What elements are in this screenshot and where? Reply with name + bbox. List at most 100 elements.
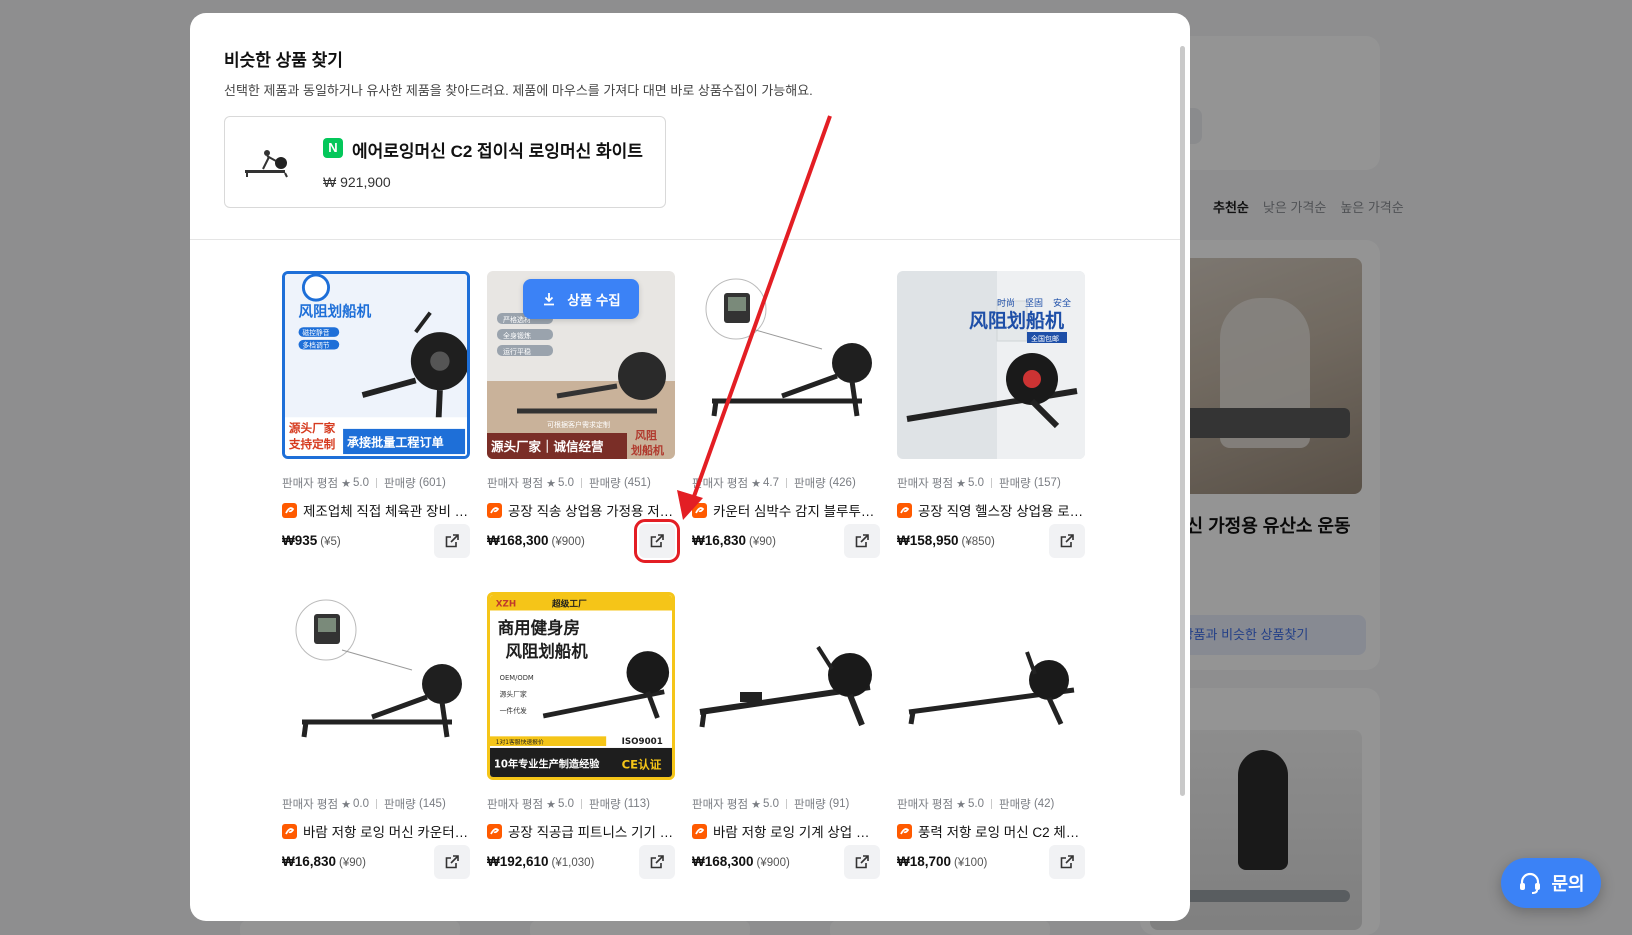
open-link-button[interactable] bbox=[844, 524, 880, 558]
collect-product-label: 상품 수집 bbox=[567, 293, 621, 308]
1688-shop-icon bbox=[282, 502, 297, 518]
download-icon bbox=[544, 293, 555, 306]
price-krw: ₩158,950 bbox=[897, 533, 959, 548]
image-text: 风阻划船机 bbox=[969, 309, 1064, 332]
product-title-row[interactable]: 제조업체 직접 체육관 장비 상업용 풍력 저항 로잉머신 bbox=[282, 500, 470, 520]
sales-label: 판매량 bbox=[793, 799, 826, 811]
reference-product-price: ₩ 921,900 bbox=[323, 174, 391, 190]
product-card[interactable]: XZH 超级工厂 商用健身房 风阻划船机 OEM/ODM 源头厂家 一件代发 1… bbox=[487, 592, 675, 879]
modal-title: 비슷한 상품 찾기 bbox=[224, 51, 343, 70]
image-text: 全国包邮 bbox=[1031, 334, 1059, 343]
section-divider bbox=[190, 239, 1180, 240]
sales-label: 판매량 bbox=[998, 799, 1031, 811]
product-card[interactable]: 판매자 평점 ★ 0.0 판매량 (145) 바람 저항 로잉 머신 카운터 포… bbox=[282, 592, 470, 879]
product-title[interactable]: 바람 저항 로잉 기계 상업 홈 트레이닝 bbox=[713, 821, 880, 841]
1688-shop-icon bbox=[897, 823, 912, 839]
product-title-row[interactable]: 바람 저항 로잉 머신 카운터 포함 bbox=[282, 821, 470, 841]
product-card[interactable]: 严格选材 全身锻炼 运行平稳 可根据客户需求定制 源头厂家｜诚信经营 风阻 划船… bbox=[487, 271, 680, 563]
price-krw: ₩168,300 bbox=[487, 533, 549, 548]
star-icon: ★ bbox=[341, 798, 351, 811]
rating-label: 판매자 평점 bbox=[692, 478, 749, 490]
collect-product-button[interactable]: 상품 수집 bbox=[523, 279, 639, 319]
product-card[interactable]: 风阻划船机 磁控静音 多档调节 源头厂家 支持定制 承接批量工程订单 판매자 평… bbox=[282, 271, 470, 558]
star-icon: ★ bbox=[546, 477, 556, 490]
product-image[interactable] bbox=[282, 592, 470, 780]
1688-shop-icon bbox=[487, 502, 502, 518]
price-cny: (¥90) bbox=[339, 857, 366, 869]
product-title[interactable]: 공장 직공급 피트니스 기기 로잉머신 bbox=[508, 821, 675, 841]
product-title-row[interactable]: 풍력 저항 로잉 머신 C2 체육관용 bbox=[897, 821, 1085, 841]
price-cny: (¥100) bbox=[954, 857, 988, 869]
open-link-button[interactable] bbox=[634, 519, 680, 563]
image-text: 商用健身房 bbox=[498, 619, 580, 638]
sales-count: (157) bbox=[1033, 477, 1061, 489]
product-card[interactable]: 时尚 坚固 安全 风阻划船机 全国包邮 판매자 평점 ★ 5.0 판매량 (15… bbox=[897, 271, 1085, 558]
image-text: CE认证 bbox=[622, 757, 662, 771]
open-link-button[interactable] bbox=[1049, 845, 1085, 879]
price-krw: ₩935 bbox=[282, 533, 318, 548]
sales-label: 판매량 bbox=[998, 478, 1031, 490]
price-krw: ₩168,300 bbox=[692, 854, 754, 869]
reference-product-title: 에어로잉머신 C2 접이식 로잉머신 화이트 bbox=[352, 142, 643, 161]
product-price: ₩935 (¥5) bbox=[282, 533, 341, 548]
product-title[interactable]: 제조업체 직접 체육관 장비 상업용 풍력 저항 로잉머신 bbox=[303, 500, 470, 520]
rating-value: 4.7 bbox=[762, 477, 779, 489]
external-link-icon bbox=[445, 534, 459, 548]
star-icon: ★ bbox=[956, 477, 966, 490]
price-krw: ₩18,700 bbox=[897, 854, 952, 869]
product-title-row[interactable]: 공장 직공급 피트니스 기기 로잉머신 bbox=[487, 821, 675, 841]
product-image[interactable]: 风阻划船机 磁控静音 多档调节 源头厂家 支持定制 承接批量工程订单 bbox=[282, 271, 470, 459]
modal-scrollbar[interactable] bbox=[1180, 46, 1185, 796]
product-title[interactable]: 공장 직영 헬스장 상업용 로잉머신 bbox=[918, 500, 1085, 520]
product-meta: 판매자 평점 ★ 4.7 판매량 (426) bbox=[692, 475, 856, 491]
open-link-button[interactable] bbox=[844, 845, 880, 879]
rating-value: 5.0 bbox=[762, 798, 779, 810]
rating-value: 5.0 bbox=[967, 477, 984, 489]
rating-label: 판매자 평점 bbox=[487, 799, 544, 811]
price-cny: (¥90) bbox=[749, 536, 776, 548]
inquiry-button[interactable]: 문의 bbox=[1501, 858, 1601, 908]
rating-value: 5.0 bbox=[557, 477, 574, 489]
star-icon: ★ bbox=[751, 477, 761, 490]
open-link-button[interactable] bbox=[639, 845, 675, 879]
product-image[interactable] bbox=[897, 592, 1085, 780]
product-image[interactable] bbox=[692, 271, 880, 459]
image-text: 承接批量工程订单 bbox=[347, 434, 444, 449]
open-link-button[interactable] bbox=[434, 845, 470, 879]
meta-divider bbox=[990, 478, 992, 488]
open-link-button[interactable] bbox=[434, 524, 470, 558]
external-link-icon bbox=[650, 855, 664, 869]
product-card[interactable]: 판매자 평점 ★ 5.0 판매량 (42) 풍력 저항 로잉 머신 C2 체육관… bbox=[897, 592, 1085, 879]
product-title[interactable]: 바람 저항 로잉 머신 카운터 포함 bbox=[303, 821, 470, 841]
image-text: 源头厂家 bbox=[288, 421, 336, 435]
product-title-row[interactable]: 공장 직송 상업용 가정용 저항 로잉머신 bbox=[487, 500, 675, 520]
rating-label: 판매자 평점 bbox=[487, 478, 544, 490]
rating-value: 5.0 bbox=[352, 477, 369, 489]
product-title-row[interactable]: 바람 저항 로잉 기계 상업 홈 트레이닝 bbox=[692, 821, 880, 841]
product-title[interactable]: 카운터 심박수 감지 블루투스 로잉머신 bbox=[713, 500, 880, 520]
product-grid: 风阻划船机 磁控静音 多档调节 源头厂家 支持定制 承接批量工程订单 판매자 평… bbox=[282, 271, 1090, 879]
image-text: 源头厂家 bbox=[500, 690, 527, 699]
product-card[interactable]: 판매자 평점 ★ 4.7 판매량 (426) 카운터 심박수 감지 블루투스 로… bbox=[692, 271, 880, 558]
product-card[interactable]: 판매자 평점 ★ 5.0 판매량 (91) 바람 저항 로잉 기계 상업 홈 트… bbox=[692, 592, 880, 879]
product-image[interactable]: 严格选材 全身锻炼 运行平稳 可根据客户需求定制 源头厂家｜诚信经营 风阻 划船… bbox=[487, 271, 675, 459]
1688-shop-icon bbox=[897, 502, 912, 518]
open-link-button[interactable] bbox=[1049, 524, 1085, 558]
image-text: OEM/ODM bbox=[500, 674, 534, 682]
product-title-row[interactable]: 카운터 심박수 감지 블루투스 로잉머신 bbox=[692, 500, 880, 520]
rating-label: 판매자 평점 bbox=[282, 799, 339, 811]
product-image[interactable]: XZH 超级工厂 商用健身房 风阻划船机 OEM/ODM 源头厂家 一件代发 1… bbox=[487, 592, 675, 780]
sales-count: (113) bbox=[623, 798, 650, 810]
product-title[interactable]: 공장 직송 상업용 가정용 저항 로잉머신 bbox=[508, 500, 675, 520]
1688-shop-icon bbox=[487, 823, 502, 839]
meta-divider bbox=[375, 799, 377, 809]
product-image[interactable] bbox=[692, 592, 880, 780]
price-cny: (¥1,030) bbox=[551, 857, 595, 869]
product-title-row[interactable]: 공장 직영 헬스장 상업용 로잉머신 bbox=[897, 500, 1085, 520]
image-text: 可根据客户需求定制 bbox=[547, 420, 610, 429]
headset-icon bbox=[1520, 872, 1541, 894]
product-image[interactable]: 时尚 坚固 安全 风阻划船机 全国包邮 bbox=[897, 271, 1085, 459]
product-title[interactable]: 풍력 저항 로잉 머신 C2 체육관용 bbox=[918, 821, 1085, 841]
image-text: 划船机 bbox=[631, 443, 664, 457]
star-icon: ★ bbox=[546, 798, 556, 811]
